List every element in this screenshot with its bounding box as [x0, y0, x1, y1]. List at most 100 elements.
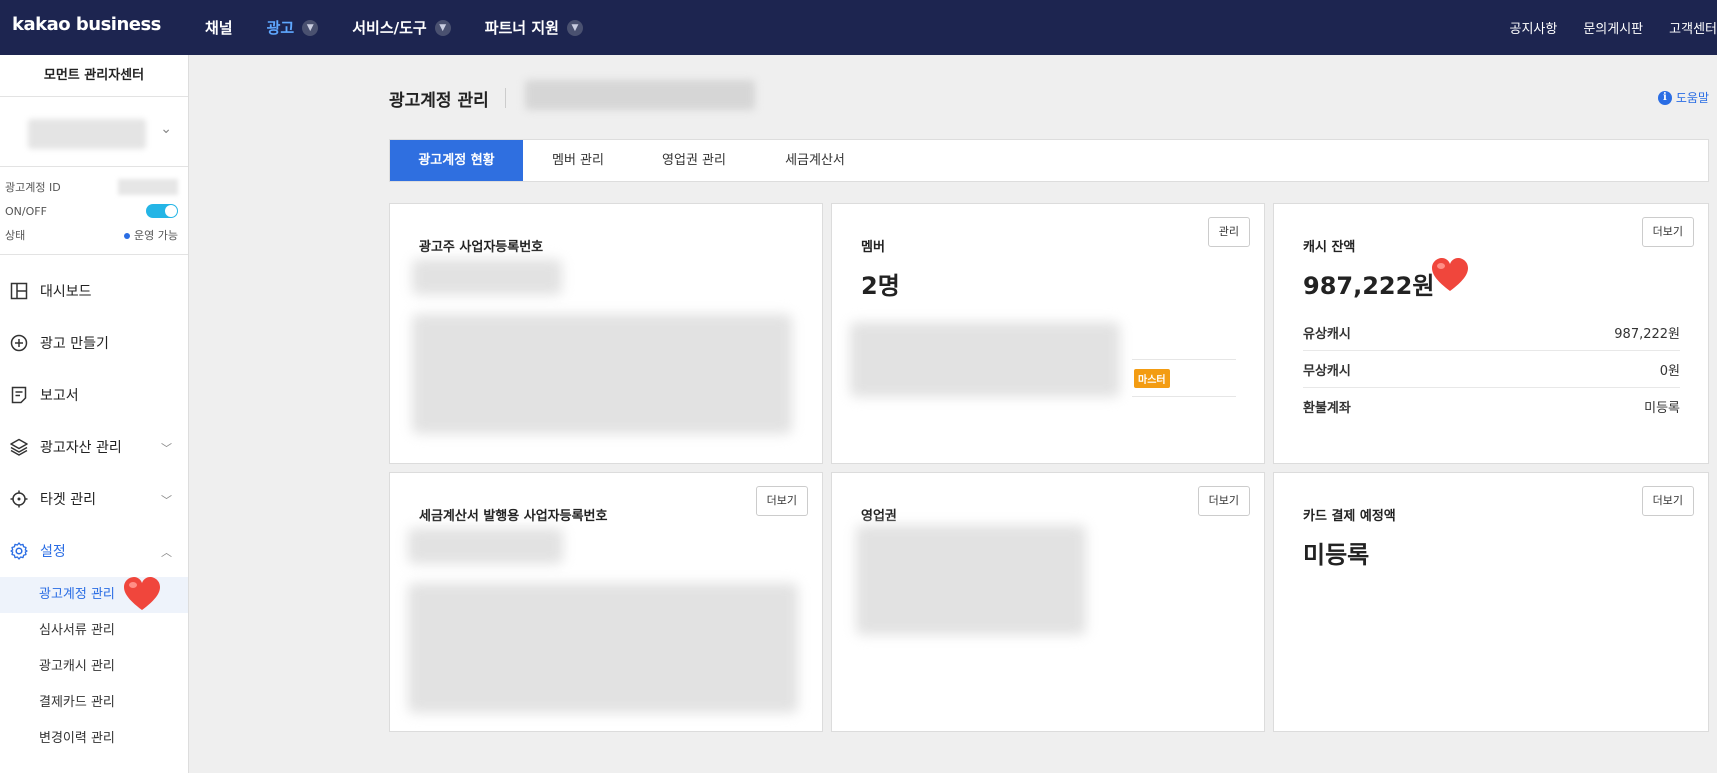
submenu-label: 광고계정 관리 — [39, 587, 115, 602]
card-label: 광고주 사업자등록번호 — [419, 240, 544, 255]
sales-right-more-button[interactable]: 더보기 — [1197, 486, 1250, 516]
tab-tax-invoice[interactable]: 세금계산서 — [755, 140, 875, 181]
cash-row-value: 미등록 — [1644, 401, 1680, 416]
sidebar-item-create-ad[interactable]: 광고 만들기 — [0, 317, 188, 369]
chevron-up-icon: ︿ — [161, 546, 172, 559]
chevron-down-icon: ﹀ — [161, 442, 172, 455]
submenu-payment-card[interactable]: 결제카드 관리 — [0, 685, 188, 721]
member-count: 2명 — [861, 272, 900, 300]
onoff-row: ON/OFF — [5, 203, 178, 219]
chevron-down-icon: ▼ — [566, 19, 583, 36]
submenu-label: 심사서류 관리 — [39, 623, 115, 638]
card-cash-balance: 캐시 잔액 더보기 987,222원 유상캐시 987,222원 무상캐시 0원… — [1273, 203, 1709, 464]
sidebar: 모먼트 관리자센터 ⌄ 광고계정 ID ON/OFF 상태 운영 가능 대시보드 — [0, 55, 189, 773]
submenu-ad-account-manage[interactable]: 광고계정 관리 — [0, 577, 188, 613]
sidebar-menu: 대시보드 광고 만들기 보고서 광고자산 관리 ﹀ 타겟 관리 ﹀ 설정 ︿ 광… — [0, 265, 188, 757]
nav-item-channel[interactable]: 채널 — [205, 17, 233, 38]
tab-bar: 광고계정 현황 멤버 관리 영업권 관리 세금계산서 — [389, 139, 1709, 182]
cash-row-refund-account: 환불계좌 미등록 — [1303, 388, 1680, 425]
cash-row-free: 무상캐시 0원 — [1303, 351, 1680, 388]
account-id-row: 광고계정 ID — [5, 179, 178, 195]
divider — [1132, 359, 1236, 360]
nav-item-label: 채널 — [205, 19, 233, 37]
status-row: 상태 운영 가능 — [5, 227, 178, 243]
dashboard-icon — [10, 282, 28, 300]
redacted-content — [412, 259, 562, 295]
layers-icon — [10, 438, 28, 456]
nav-item-services-tools[interactable]: 서비스/도구 ▼ — [352, 17, 451, 38]
sidebar-item-label: 광고자산 관리 — [40, 440, 122, 456]
sidebar-title: 모먼트 관리자센터 — [0, 55, 188, 97]
sidebar-item-settings[interactable]: 설정 ︿ — [0, 525, 188, 577]
help-label: 도움말 — [1675, 91, 1709, 105]
page-title: 광고계정 관리 — [389, 91, 489, 111]
cash-row-label: 유상캐시 — [1303, 326, 1351, 342]
card-sales-right: 영업권 더보기 — [831, 472, 1265, 732]
status-badge: 운영 가능 — [124, 227, 178, 243]
submenu-review-docs[interactable]: 심사서류 관리 — [0, 613, 188, 649]
submenu-change-history[interactable]: 변경이력 관리 — [0, 721, 188, 757]
chevron-down-icon: ⌄ — [160, 121, 172, 137]
master-badge: 마스터 — [1134, 369, 1170, 388]
target-icon — [10, 490, 28, 508]
sidebar-item-label: 설정 — [40, 544, 66, 560]
account-id-redacted — [118, 179, 178, 195]
info-icon: i — [1657, 90, 1672, 105]
cash-row-value: 0원 — [1659, 363, 1680, 379]
status-label: 상태 — [5, 229, 26, 242]
redacted-content — [408, 528, 563, 564]
tab-account-status[interactable]: 광고계정 현황 — [390, 140, 523, 181]
kakao-business-logo[interactable]: kakao business — [12, 14, 161, 35]
cash-more-button[interactable]: 더보기 — [1641, 217, 1694, 247]
redacted-member-list — [850, 322, 1120, 397]
card-tax-invoice-biz-reg: 세금계산서 발행용 사업자등록번호 더보기 — [389, 472, 823, 732]
sidebar-item-report[interactable]: 보고서 — [0, 369, 188, 421]
member-manage-button[interactable]: 관리 — [1207, 217, 1250, 247]
report-icon — [10, 386, 28, 404]
cash-row-label: 무상캐시 — [1303, 363, 1351, 379]
sidebar-item-label: 타겟 관리 — [40, 492, 96, 508]
submenu-label: 결제카드 관리 — [39, 695, 115, 710]
sidebar-item-dashboard[interactable]: 대시보드 — [0, 265, 188, 317]
status-dot-icon — [124, 233, 131, 239]
inquiry-board-link[interactable]: 문의게시판 — [1583, 18, 1643, 37]
top-navigation-bar: kakao business 채널 광고 ▼ 서비스/도구 ▼ 파트너 지원 ▼… — [0, 0, 1717, 55]
card-label: 카드 결제 예정액 — [1303, 509, 1396, 524]
card-member: 멤버 관리 2명 마스터 — [831, 203, 1265, 464]
chevron-down-icon: ﹀ — [161, 494, 172, 507]
cash-balance-value: 987,222원 — [1303, 272, 1435, 300]
submenu-ad-cash[interactable]: 광고캐시 관리 — [0, 649, 188, 685]
nav-item-partner-support[interactable]: 파트너 지원 ▼ — [485, 17, 583, 38]
divider — [1132, 396, 1236, 397]
sidebar-item-ad-assets[interactable]: 광고자산 관리 ﹀ — [0, 421, 188, 473]
tab-member-manage[interactable]: 멤버 관리 — [523, 140, 633, 181]
nav-item-ads[interactable]: 광고 ▼ — [267, 17, 319, 38]
title-divider — [505, 88, 506, 108]
help-link[interactable]: i 도움말 — [1657, 89, 1709, 106]
account-selector[interactable]: ⌄ — [0, 97, 188, 167]
sidebar-item-label: 광고 만들기 — [40, 336, 109, 352]
card-label: 캐시 잔액 — [1303, 240, 1356, 255]
card-payment-more-button[interactable]: 더보기 — [1641, 486, 1694, 516]
redacted-content — [856, 525, 1086, 635]
onoff-toggle[interactable] — [146, 204, 178, 218]
card-label: 멤버 — [861, 240, 885, 255]
account-name-redacted — [28, 119, 146, 149]
submenu-label: 광고캐시 관리 — [39, 659, 115, 674]
customer-center-link[interactable]: 고객센터 — [1669, 18, 1717, 37]
chevron-down-icon: ▼ — [302, 19, 319, 36]
notice-link[interactable]: 공지사항 — [1510, 18, 1558, 37]
nav-item-label: 광고 — [266, 19, 295, 37]
plus-circle-icon — [10, 334, 28, 352]
chevron-down-icon: ▼ — [434, 19, 451, 36]
tab-sales-right-manage[interactable]: 영업권 관리 — [633, 140, 755, 181]
onoff-label: ON/OFF — [5, 204, 47, 218]
card-advertiser-biz-reg: 광고주 사업자등록번호 — [389, 203, 823, 464]
tax-more-button[interactable]: 더보기 — [755, 486, 808, 516]
sidebar-item-target[interactable]: 타겟 관리 ﹀ — [0, 473, 188, 525]
redacted-content — [408, 583, 798, 713]
nav-item-label: 파트너 지원 — [484, 19, 559, 37]
card-card-payment: 카드 결제 예정액 더보기 미등록 — [1273, 472, 1709, 732]
card-label: 세금계산서 발행용 사업자등록번호 — [419, 509, 608, 524]
nav-item-label: 서비스/도구 — [352, 19, 427, 37]
